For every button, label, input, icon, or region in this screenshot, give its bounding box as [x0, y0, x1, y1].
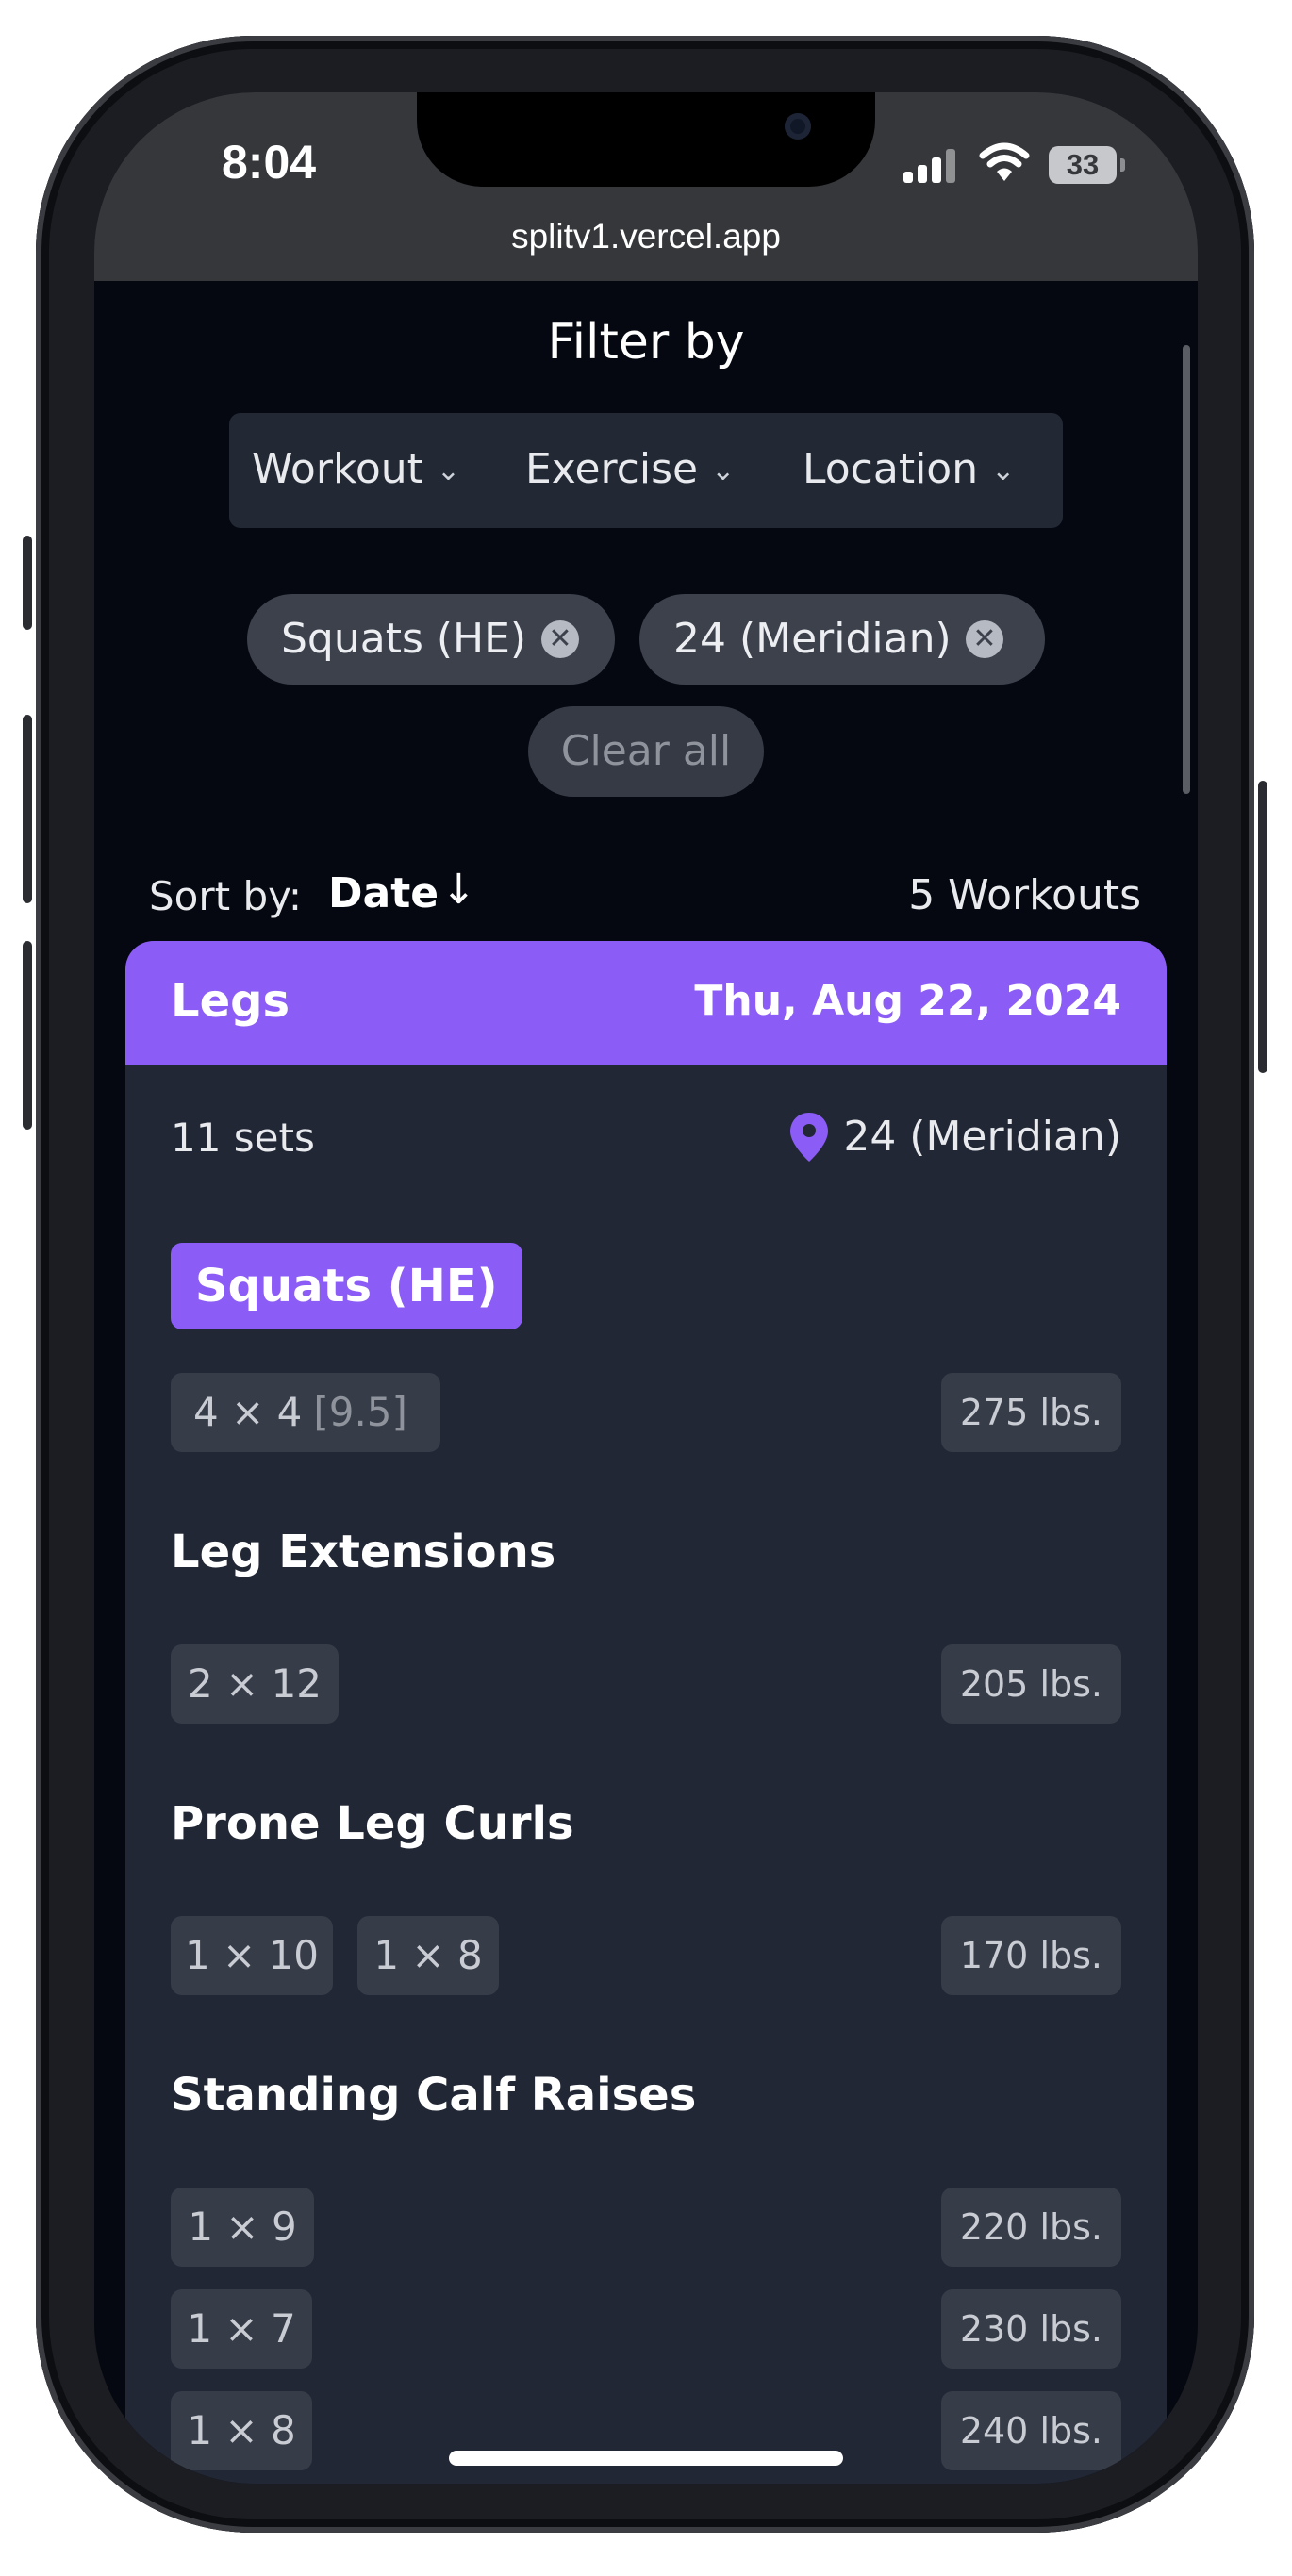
volume-down-button — [23, 941, 32, 1130]
workout-card[interactable]: Legs Thu, Aug 22, 2024 11 sets 24 (Merid… — [125, 941, 1167, 2484]
workout-location: 24 (Meridian) — [843, 1113, 1121, 1161]
camera-icon — [785, 113, 811, 140]
workout-title: Legs — [171, 975, 290, 1028]
set-pill: 1 × 8 — [171, 2391, 312, 2470]
sort-direction-icon[interactable]: ↓ — [441, 866, 476, 914]
weight-pill: 205 lbs. — [940, 1644, 1121, 1724]
wifi-icon — [979, 142, 1030, 181]
home-indicator[interactable] — [449, 2451, 843, 2466]
cellular-signal-icon — [903, 149, 956, 183]
remove-chip-icon[interactable]: ✕ — [541, 620, 579, 658]
chevron-down-icon: ⌄ — [436, 454, 461, 487]
exercise-name: Prone Leg Curls — [171, 1797, 574, 1850]
filter-chip-label: Squats (HE) — [281, 615, 527, 663]
battery-icon: 33 — [1049, 146, 1117, 184]
weight-pill: 220 lbs. — [940, 2188, 1121, 2267]
set-pill: 2 × 12 — [171, 1644, 339, 1724]
sort-label: Sort by: — [149, 873, 303, 919]
workout-dropdown[interactable]: Workout ⌄ — [252, 441, 460, 498]
exercise-dropdown[interactable]: Exercise ⌄ — [525, 441, 735, 498]
set-pill: 1 × 10 — [171, 1916, 333, 1995]
weight-pill: 170 lbs. — [940, 1916, 1121, 1995]
location-dropdown[interactable]: Location ⌄ — [803, 441, 1015, 498]
set-pill: 1 × 8 — [357, 1916, 499, 1995]
sort-value[interactable]: Date — [328, 869, 439, 917]
set-pill: 1 × 7 — [171, 2289, 312, 2369]
filter-chip-exercise: Squats (HE) ✕ — [247, 594, 615, 685]
status-time: 8:04 — [222, 136, 317, 189]
weight-pill: 230 lbs. — [940, 2289, 1121, 2369]
workout-set-count: 11 sets — [171, 1115, 315, 1161]
set-pill: 4 × 4 [9.5] — [171, 1373, 440, 1452]
filter-chip-location: 24 (Meridian) ✕ — [639, 594, 1045, 685]
remove-chip-icon[interactable]: ✕ — [966, 620, 1003, 658]
location-pin-icon — [790, 1113, 828, 1162]
address-bar-url[interactable]: splitv1.vercel.app — [94, 217, 1198, 256]
set-reps: 4 × 4 — [193, 1389, 303, 1435]
volume-up-button — [23, 715, 32, 903]
set-pill: 1 × 9 — [171, 2188, 314, 2267]
power-button — [1258, 781, 1267, 1073]
screen: 8:04 33 splitv1.vercel.app Filter by Wor… — [94, 92, 1198, 2484]
set-rpe: [9.5] — [313, 1389, 407, 1435]
exercise-dropdown-label: Exercise — [525, 445, 699, 493]
weight-pill: 275 lbs. — [940, 1373, 1121, 1452]
scrollbar[interactable] — [1183, 345, 1190, 794]
chevron-down-icon: ⌄ — [711, 454, 736, 487]
workout-card-header: Legs Thu, Aug 22, 2024 — [125, 941, 1167, 1065]
filter-title: Filter by — [547, 314, 745, 371]
exercise-name-highlighted: Squats (HE) — [171, 1243, 522, 1329]
workout-count: 5 Workouts — [908, 871, 1141, 919]
clear-all-button[interactable]: Clear all — [528, 706, 764, 797]
exercise-name: Leg Extensions — [171, 1526, 556, 1578]
workout-date: Thu, Aug 22, 2024 — [694, 977, 1121, 1025]
filter-bar: Workout ⌄ Exercise ⌄ Location ⌄ — [229, 413, 1063, 528]
workout-dropdown-label: Workout — [252, 445, 423, 493]
battery-tip — [1120, 158, 1125, 172]
weight-pill: 240 lbs. — [940, 2391, 1121, 2470]
filter-chip-label: 24 (Meridian) — [673, 615, 952, 663]
location-dropdown-label: Location — [803, 445, 979, 493]
action-button — [23, 536, 32, 630]
exercise-name: Standing Calf Raises — [171, 2069, 697, 2122]
chevron-down-icon: ⌄ — [991, 454, 1016, 487]
dynamic-island — [417, 92, 875, 187]
